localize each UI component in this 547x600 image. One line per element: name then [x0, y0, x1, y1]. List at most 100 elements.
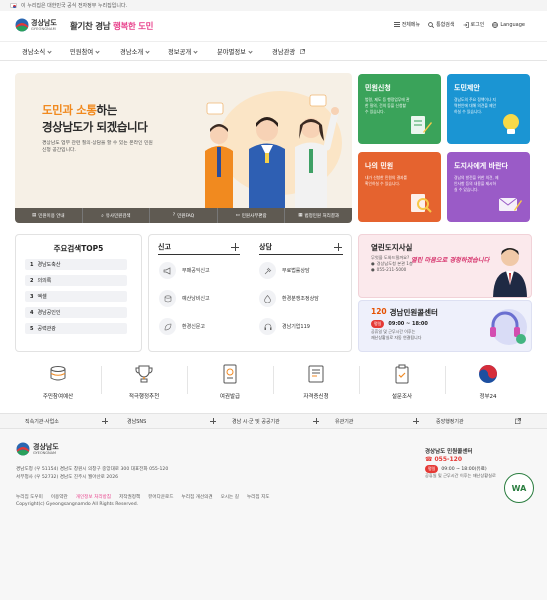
chevron-down-icon	[248, 49, 253, 54]
gyeongnam-logo-icon[interactable]	[15, 18, 29, 32]
footer-link[interactable]: 오시는 길	[221, 494, 239, 500]
footer-link[interactable]: 누리집 지도	[247, 494, 270, 500]
service-free-legal-consult[interactable]: 무료법률상담	[259, 262, 310, 279]
tile-civil-application[interactable]: 민원신청 법령, 제도 등 행정업무에 관한 질의, 건의 등을 신청할 수 있…	[358, 74, 441, 144]
clipboard-icon: ▦	[298, 213, 303, 218]
coins-icon	[50, 366, 66, 381]
quick-passport[interactable]: 여권발급	[187, 362, 273, 400]
tile-citizen-proposal[interactable]: 도민제안 경남도의 주요 정책이나 지역현안에 대해 의견을 제안하실 수 있습…	[447, 74, 530, 144]
service-environment-report[interactable]: 환경신문고	[159, 318, 205, 335]
document-pen-icon	[411, 116, 432, 134]
hero-link-manual[interactable]: ▭ 민원사무편람	[218, 208, 286, 223]
quick-proactive-admin[interactable]: 적극행정추천	[101, 362, 187, 400]
quick-certificate[interactable]: 자격증신청	[273, 362, 359, 400]
certificate-icon	[308, 365, 324, 383]
hero-link-label: 민원이용 안내	[38, 213, 65, 219]
related-sites-bar: 직속기관·사업소 경남SNS 경남 시·군 및 공공기관 유관기관 중앙행정기관	[0, 413, 547, 429]
footer-logo-subtext: GYEONGNAM	[33, 451, 57, 455]
quick-label: 정부24	[479, 394, 497, 400]
hero-link-faq[interactable]: ? 민원FAQ	[150, 208, 218, 223]
quick-label: 주민참여예산	[42, 394, 74, 400]
main-navigation: 경남소식 민원참여 경남소개 정보공개 분야별정보 경남관광	[0, 41, 547, 61]
hero-link-guide[interactable]: ▤ 민원이용 안내	[15, 208, 83, 223]
keyword-text: 엑셀	[37, 294, 47, 300]
external-link-icon[interactable]	[515, 418, 521, 424]
related-link-sns[interactable]: 경남SNS	[127, 418, 146, 425]
headset-illustration-icon	[490, 309, 527, 345]
plus-icon[interactable]	[210, 418, 216, 424]
keyword-item[interactable]: 5 공력관광	[25, 323, 127, 334]
footer-link[interactable]: 뷰어다운로드	[148, 494, 173, 500]
footer-callcenter-hours: 평일 09:00 ~ 18:00(유료)	[425, 465, 487, 473]
nav-item-disclosure[interactable]: 정보공개	[168, 47, 198, 56]
related-link-central-gov[interactable]: 중앙행정기관	[436, 418, 464, 425]
chevron-down-icon	[145, 49, 150, 54]
callcenter-number: 120	[371, 307, 387, 316]
footer-link[interactable]: 누리집 개선의견	[182, 494, 213, 500]
nav-item-about[interactable]: 경남소개	[120, 47, 150, 56]
keyword-item[interactable]: 3 엑셀	[25, 291, 127, 302]
related-link-agencies[interactable]: 유관기관	[335, 418, 353, 425]
callcenter-title: 120 경남민원콜센터	[371, 307, 438, 318]
magnifier-document-icon	[411, 194, 432, 213]
service-corruption-report[interactable]: 부패공익신고	[159, 262, 210, 279]
plus-icon[interactable]	[313, 418, 319, 424]
nav-item-news[interactable]: 경남소식	[22, 47, 52, 56]
survey-icon	[395, 364, 409, 384]
callcenter-note2: 재난상황실로 자동 연결됩니다	[371, 335, 422, 340]
hamburger-icon	[393, 22, 400, 27]
footer-link-privacy[interactable]: 개인정보 처리방침	[76, 494, 111, 500]
report-more-plus-icon[interactable]	[231, 243, 239, 251]
hero-link-label: 법정민원 처리결과	[304, 213, 340, 219]
hero-link-results[interactable]: ▦ 법정민원 처리결과	[285, 208, 352, 223]
language-button[interactable]: Language	[492, 21, 525, 28]
logo-subtext: GYEONGNAM	[31, 27, 56, 31]
tile-my-complaints[interactable]: 나의 민원 내가 신청한 민원의 결과를 확인하실 수 있습니다.	[358, 152, 441, 222]
keyword-item[interactable]: 1 경남도축산	[25, 259, 127, 270]
consult-more-plus-icon[interactable]	[334, 243, 342, 251]
login-button[interactable]: 로그인	[463, 21, 484, 28]
related-link-local-gov[interactable]: 경남 시·군 및 공공기관	[232, 418, 280, 425]
nav-item-field-info[interactable]: 분야별정보	[217, 47, 253, 56]
megaphone-icon	[159, 262, 176, 279]
quick-resident-budget[interactable]: 주민참여예산	[15, 362, 101, 400]
web-accessibility-badge[interactable]: WA	[504, 473, 534, 503]
callcenter-banner[interactable]: 120 경남민원콜센터 평일 09:00 ~ 18:00 공휴일 및 근무시간 이후…	[358, 300, 532, 352]
quick-survey[interactable]: 설문조사	[359, 362, 445, 400]
service-business-119[interactable]: 경남기업119	[259, 318, 310, 335]
footer-link[interactable]: 저작권정책	[119, 494, 140, 500]
nav-label: 민원참여	[70, 49, 94, 56]
plus-icon[interactable]	[102, 418, 108, 424]
service-label: 무료법률상담	[282, 268, 310, 274]
gov24-taegeuk-icon	[479, 365, 497, 383]
search-button[interactable]: 통합검색	[428, 21, 455, 28]
hero-link-label: 유사민원검색	[105, 213, 131, 219]
nav-label: 분야별정보	[217, 49, 246, 56]
footer-link[interactable]: 누리집 도우미	[16, 494, 43, 500]
keyword-rank: 1	[30, 261, 34, 268]
related-link-affiliates[interactable]: 직속기관·사업소	[25, 418, 59, 425]
keyword-item[interactable]: 4 경남공인인	[25, 307, 127, 318]
plus-icon[interactable]	[413, 418, 419, 424]
tile-governor-wish[interactable]: 도지사에게 바란다 경남의 발전을 위한 의견, 제안사항 등의 내용을 제시하…	[447, 152, 530, 222]
footer-logo-icon	[16, 442, 30, 456]
tile-title: 도지사에게 바란다	[454, 162, 508, 170]
nav-item-participation[interactable]: 민원참여	[70, 47, 100, 56]
service-environment-dispute[interactable]: 환경분쟁조정상담	[259, 290, 319, 307]
nav-label: 경남관광	[272, 49, 296, 56]
nav-item-tourism[interactable]: 경남관광	[272, 47, 306, 56]
gov-notice-bar: 이 누리집은 대한민국 공식 전자정부 누리집입니다.	[0, 0, 547, 11]
consult-title: 상담	[259, 243, 272, 251]
keyword-item[interactable]: 2 의의록	[25, 275, 127, 286]
consult-divider	[259, 254, 343, 255]
quick-gov24[interactable]: 정부24	[445, 362, 531, 400]
hero-banner: 도민과 소통하는 경상남도가 되겠습니다 경상남도 업무 관련 질의·상담을 할…	[15, 73, 352, 223]
keyword-text: 의의록	[37, 278, 52, 284]
all-menu-button[interactable]: 전체메뉴	[393, 21, 420, 28]
hero-title-rest: 하는	[96, 103, 118, 117]
footer-link[interactable]: 이용약관	[51, 494, 68, 500]
open-governor-office-banner[interactable]: 열린도지사실 무엇을 도와드릴까요? ● 경상남도청 본관 1층 ● 055-211…	[358, 234, 532, 298]
service-budget-waste-report[interactable]: 예산낭비신고	[159, 290, 210, 307]
hero-link-similar-search[interactable]: ⌕ 유사민원검색	[83, 208, 151, 223]
governor-phone: ● 055-211-5000	[371, 267, 406, 272]
